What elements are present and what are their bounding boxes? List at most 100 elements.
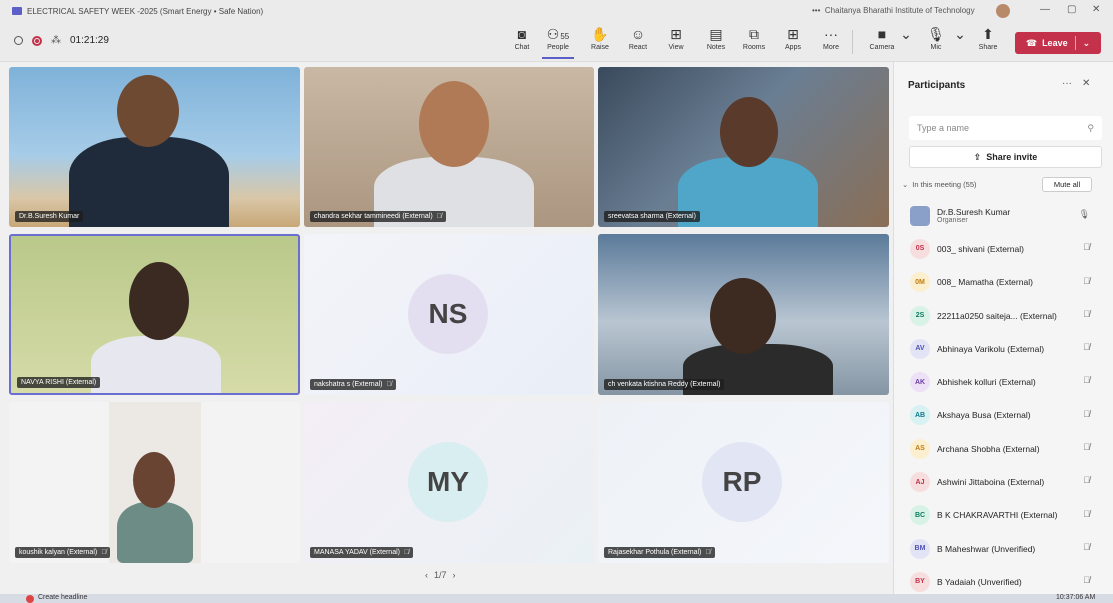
participant-list-item[interactable]: 2S 22211a0250 saiteja... (External) 🎙̸ xyxy=(894,299,1113,332)
participant-name-label: ch venkata ktishna Reddy (External) xyxy=(604,379,725,390)
search-icon: ⚲ xyxy=(1087,122,1094,133)
apps-button[interactable]: ⊞ Apps xyxy=(777,25,809,59)
mic-off-icon[interactable]: 🎙̸ xyxy=(1083,242,1090,252)
people-button[interactable]: ⚇55 People xyxy=(542,25,574,59)
more-icon: ··· xyxy=(824,26,838,42)
os-taskbar: Create headline 10:37:06 AM xyxy=(0,594,1113,603)
shield-icon[interactable] xyxy=(14,36,23,45)
account-avatar[interactable] xyxy=(996,4,1010,18)
more-button[interactable]: ··· More xyxy=(815,25,847,59)
close-window-icon[interactable]: ✕ xyxy=(1092,4,1100,15)
participant-list-item[interactable]: 0S 003_ shivani (External) 🎙̸ xyxy=(894,232,1113,265)
mic-off-icon[interactable]: 🎙̸ xyxy=(1083,575,1090,585)
participant-list-item[interactable]: BM B Maheshwar (Unverified) 🎙̸ xyxy=(894,532,1113,565)
video-tile[interactable]: MY MANASA YADAV (External) 🎙̸ xyxy=(304,402,594,563)
participant-initials-avatar: MY xyxy=(408,442,488,522)
participant-list-item[interactable]: 0M 008_ Mamatha (External) 🎙̸ xyxy=(894,266,1113,299)
mute-all-button[interactable]: Mute all xyxy=(1042,177,1092,192)
participant-name: 22211a0250 saiteja... (External) xyxy=(937,310,1057,321)
plus-square-icon: ⊞ xyxy=(787,26,799,42)
participant-search-input[interactable]: Type a name ⚲ xyxy=(909,116,1102,140)
participant-list-item[interactable]: AJ Ashwini Jittaboina (External) 🎙̸ xyxy=(894,465,1113,498)
search-placeholder: Type a name xyxy=(917,123,970,133)
meeting-title: ELECTRICAL SAFETY WEEK -2025 (Smart Ener… xyxy=(27,6,264,16)
share-button[interactable]: ⬆ Share xyxy=(972,25,1004,59)
mic-options-chevron[interactable]: ⌄ xyxy=(951,25,969,59)
share-icon: ⇪ xyxy=(973,151,982,162)
participant-avatar: BY xyxy=(910,571,930,592)
mic-off-icon[interactable]: 🎙̸ xyxy=(1083,442,1090,452)
teams-logo-icon xyxy=(12,7,22,15)
mic-off-icon[interactable]: 🎙̸ xyxy=(1083,409,1090,419)
video-tile[interactable]: Dr.B.Suresh Kumar xyxy=(9,67,300,227)
mic-off-icon[interactable]: 🎙̸ xyxy=(1083,542,1090,552)
hand-icon: ✋ xyxy=(591,26,609,42)
recording-icon xyxy=(32,35,42,46)
video-tile[interactable]: koushik kalyan (External) 🎙̸ xyxy=(9,402,300,563)
chat-button[interactable]: ◙ Chat xyxy=(506,25,538,59)
video-tile[interactable]: NS nakshatra s (External) 🎙̸ xyxy=(304,234,594,395)
participant-initials-avatar: RP xyxy=(702,442,782,522)
mic-off-icon[interactable]: 🎙̸ xyxy=(1083,276,1090,286)
participant-avatar xyxy=(910,205,930,226)
video-tile[interactable]: sreevatsa sharma (External) xyxy=(598,67,889,227)
notes-button[interactable]: ▤ Notes xyxy=(700,25,732,59)
react-button[interactable]: ☺ React xyxy=(622,25,654,59)
participant-avatar: AS xyxy=(910,438,930,459)
participant-list-item[interactable]: AB Akshaya Busa (External) 🎙̸ xyxy=(894,399,1113,432)
minimize-icon[interactable]: — xyxy=(1040,4,1050,15)
video-tile-active-speaker[interactable]: NAVYA RISHI (External) xyxy=(9,234,300,395)
participant-initials-avatar: NS xyxy=(408,274,488,354)
in-meeting-section-toggle[interactable]: ⌄ In this meeting (55) xyxy=(902,180,977,189)
mic-off-icon[interactable]: 🎙̸ xyxy=(1083,475,1090,485)
phone-hangup-icon: ☎ xyxy=(1025,37,1038,48)
close-panel-icon[interactable]: ✕ xyxy=(1082,78,1090,89)
participant-name-label: NAVYA RISHI (External) xyxy=(17,377,101,388)
view-button[interactable]: ⊞ View xyxy=(660,25,692,59)
share-invite-button[interactable]: ⇪ Share invite xyxy=(909,146,1102,168)
mic-off-icon[interactable]: 🎙̸ xyxy=(1083,342,1090,352)
camera-button[interactable]: ■ Camera xyxy=(866,25,898,59)
video-tile[interactable]: chandra sekhar tammineedi (External) 🎙̸ xyxy=(304,67,594,227)
participant-name-label: chandra sekhar tammineedi (External) 🎙̸ xyxy=(310,211,446,222)
participant-list-item[interactable]: AV Abhinaya Varikolu (External) 🎙̸ xyxy=(894,332,1113,365)
participant-list-item[interactable]: Dr.B.Suresh Kumar Organiser 🎙 xyxy=(894,199,1113,232)
previous-page-button[interactable]: ‹ xyxy=(425,570,428,580)
mic-off-icon[interactable]: 🎙̸ xyxy=(1083,509,1090,519)
participant-list-item[interactable]: AS Archana Shobha (External) 🎙̸ xyxy=(894,432,1113,465)
raise-hand-button[interactable]: ✋ Raise xyxy=(584,25,616,59)
camera-icon: ■ xyxy=(877,26,887,42)
video-tile[interactable]: ch venkata ktishna Reddy (External) xyxy=(598,234,889,395)
leave-button[interactable]: ☎ Leave ⌄ xyxy=(1015,32,1101,54)
chevron-down-icon: ⌄ xyxy=(900,26,912,42)
widget-icon[interactable] xyxy=(26,595,34,603)
people-icon: ⚇55 xyxy=(546,26,570,42)
more-options-icon[interactable]: ··· xyxy=(1062,78,1072,89)
participant-avatar: BC xyxy=(910,505,930,526)
meeting-timer: 01:21:29 xyxy=(70,35,109,46)
participant-list: Dr.B.Suresh Kumar Organiser 🎙 0S 003_ shivan… xyxy=(894,199,1113,599)
mic-off-icon[interactable]: 🎙̸ xyxy=(1083,309,1090,319)
participant-name: B K CHAKRAVARTHI (External) xyxy=(937,510,1058,521)
participant-name: 003_ shivani (External) xyxy=(937,243,1024,254)
participant-avatar: AB xyxy=(910,405,930,426)
participant-list-item[interactable]: BC B K CHAKRAVARTHI (External) 🎙̸ xyxy=(894,499,1113,532)
participant-name-label: sreevatsa sharma (External) xyxy=(604,211,700,222)
camera-options-chevron[interactable]: ⌄ xyxy=(897,25,915,59)
mic-off-icon[interactable]: 🎙̸ xyxy=(1083,375,1090,385)
video-tile[interactable]: RP Rajasekhar Pothula (External) 🎙̸ xyxy=(598,402,889,563)
title-bar: ELECTRICAL SAFETY WEEK -2025 (Smart Ener… xyxy=(0,0,1113,22)
maximize-icon[interactable]: ▢ xyxy=(1067,4,1076,15)
share-screen-icon: ⬆ xyxy=(982,26,994,42)
taskbar-widget-text: Create headline xyxy=(38,594,88,601)
next-page-button[interactable]: › xyxy=(453,570,456,580)
video-grid: Dr.B.Suresh Kumar chandra sekhar tammine… xyxy=(0,62,893,603)
mic-button[interactable]: 🎙 Mic xyxy=(920,25,952,59)
microphone-icon[interactable]: 🎙 xyxy=(1079,209,1090,220)
participant-name: Archana Shobha (External) xyxy=(937,443,1040,454)
participant-name: Akshaya Busa (External) xyxy=(937,410,1031,421)
participant-name: Abhishek kolluri (External) xyxy=(937,377,1036,388)
participant-list-item[interactable]: AK Abhishek kolluri (External) 🎙̸ xyxy=(894,365,1113,398)
network-icon[interactable]: ⁂ xyxy=(51,35,61,46)
rooms-button[interactable]: ⧉ Rooms xyxy=(738,25,770,59)
